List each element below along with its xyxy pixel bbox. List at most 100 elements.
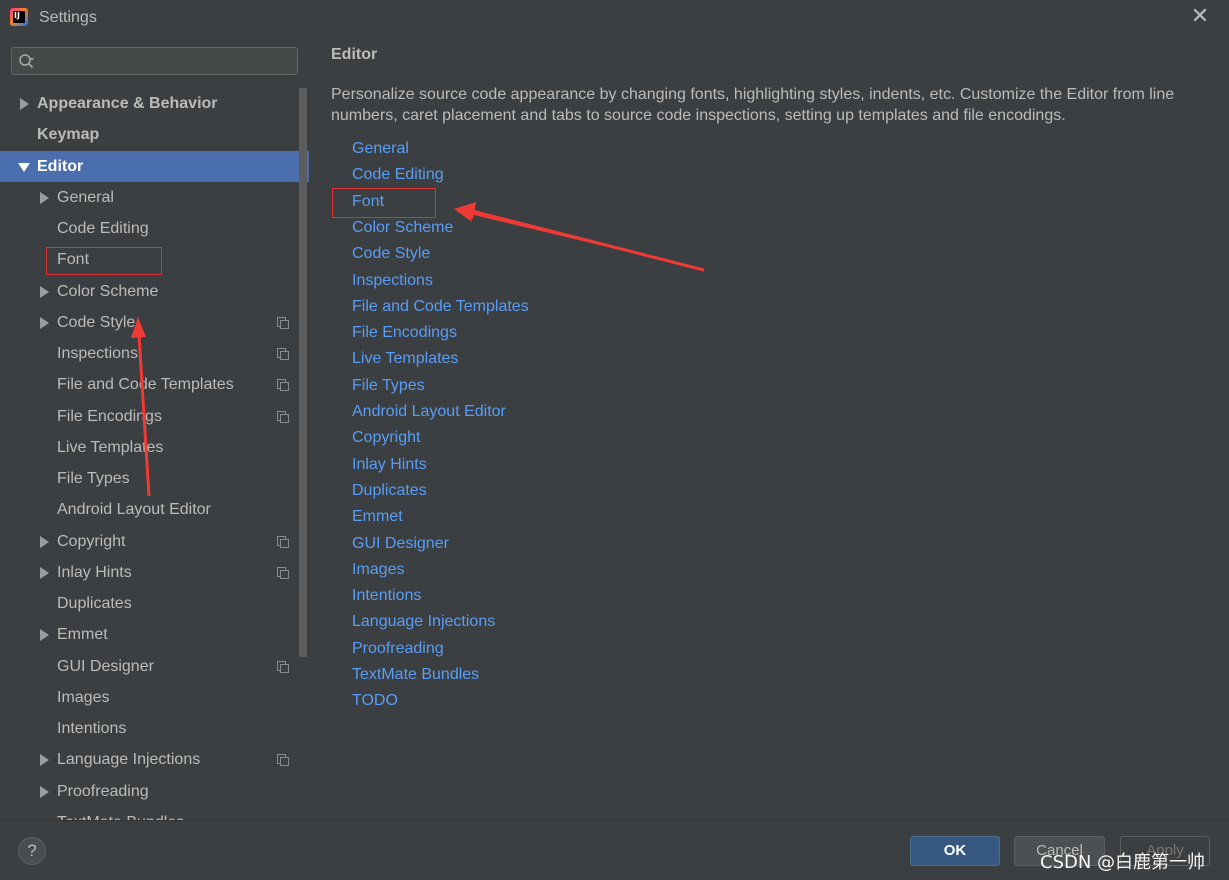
highlight-box-sidebar-font: [46, 247, 162, 275]
project-scope-icon: [277, 754, 289, 766]
sidebar-item-label: Images: [57, 689, 110, 706]
link-color-scheme[interactable]: Color Scheme: [352, 219, 453, 237]
sidebar-item-file-types[interactable]: File Types: [0, 463, 309, 494]
project-scope-icon: [277, 661, 289, 673]
sidebar-item-live-templates[interactable]: Live Templates: [0, 432, 309, 463]
intellij-logo-icon: IJ: [10, 8, 28, 26]
link-file-types[interactable]: File Types: [352, 377, 425, 395]
link-todo[interactable]: TODO: [352, 692, 398, 710]
sidebar-item-label: Code Editing: [57, 220, 149, 237]
chevron-right-icon[interactable]: [38, 307, 50, 338]
sidebar-item-appearance-behavior[interactable]: Appearance & Behavior: [0, 88, 309, 119]
sidebar-item-label: Keymap: [37, 126, 100, 143]
chevron-right-icon[interactable]: [38, 182, 50, 213]
link-duplicates[interactable]: Duplicates: [352, 482, 427, 500]
sidebar-item-label: Editor: [37, 158, 84, 175]
project-scope-icon: [277, 411, 289, 423]
link-gui-designer[interactable]: GUI Designer: [352, 535, 449, 553]
link-inspections[interactable]: Inspections: [352, 272, 433, 290]
sidebar-item-color-scheme[interactable]: Color Scheme: [0, 276, 309, 307]
sidebar-item-proofreading[interactable]: Proofreading: [0, 776, 309, 807]
link-copyright[interactable]: Copyright: [352, 429, 420, 447]
editor-panel: Editor Personalize source code appearanc…: [310, 36, 1229, 820]
sidebar-item-label: File Encodings: [57, 408, 162, 425]
link-code-style[interactable]: Code Style: [352, 245, 430, 263]
sidebar-item-label: Intentions: [57, 720, 127, 737]
page-description: Personalize source code appearance by ch…: [331, 86, 1175, 124]
link-live-templates[interactable]: Live Templates: [352, 350, 458, 368]
project-scope-icon: [277, 317, 289, 329]
link-android-layout-editor[interactable]: Android Layout Editor: [352, 403, 506, 421]
search-field[interactable]: [11, 47, 298, 75]
search-input[interactable]: [42, 51, 291, 73]
sidebar-item-code-style[interactable]: Code Style: [0, 307, 309, 338]
search-icon: [19, 54, 34, 69]
project-scope-icon: [277, 536, 289, 548]
chevron-right-icon[interactable]: [18, 88, 30, 119]
link-language-injections[interactable]: Language Injections: [352, 613, 495, 631]
link-proofreading[interactable]: Proofreading: [352, 640, 444, 658]
page-title: Editor: [331, 46, 378, 63]
window-title: Settings: [39, 9, 97, 26]
link-inlay-hints[interactable]: Inlay Hints: [352, 456, 427, 474]
sidebar-item-label: Proofreading: [57, 783, 149, 800]
sidebar-item-label: File and Code Templates: [57, 376, 234, 393]
chevron-right-icon[interactable]: [38, 557, 50, 588]
sidebar-item-emmet[interactable]: Emmet: [0, 619, 309, 650]
sidebar-item-inspections[interactable]: Inspections: [0, 338, 309, 369]
link-code-editing[interactable]: Code Editing: [352, 166, 444, 184]
sidebar-item-keymap[interactable]: Keymap: [0, 119, 309, 150]
sidebar-item-gui-designer[interactable]: GUI Designer: [0, 651, 309, 682]
sidebar-item-file-and-code-templates[interactable]: File and Code Templates: [0, 369, 309, 400]
link-textmate-bundles[interactable]: TextMate Bundles: [352, 666, 479, 684]
sidebar-item-general[interactable]: General: [0, 182, 309, 213]
link-images[interactable]: Images: [352, 561, 404, 579]
link-general[interactable]: General: [352, 140, 409, 158]
sidebar-item-label: Appearance & Behavior: [37, 95, 218, 112]
chevron-right-icon[interactable]: [38, 744, 50, 775]
sidebar-item-label: Inspections: [57, 345, 138, 362]
sidebar-item-textmate-bundles[interactable]: TextMate Bundles: [0, 807, 309, 820]
chevron-right-icon[interactable]: [38, 526, 50, 557]
sidebar-item-label: Emmet: [57, 626, 108, 643]
sidebar-item-android-layout-editor[interactable]: Android Layout Editor: [0, 494, 309, 525]
ok-button[interactable]: OK: [910, 836, 1000, 866]
close-icon[interactable]: ✕: [1190, 6, 1210, 28]
sidebar-item-language-injections[interactable]: Language Injections: [0, 744, 309, 775]
chevron-down-icon[interactable]: [18, 151, 30, 182]
sidebar-item-label: Live Templates: [57, 439, 164, 456]
project-scope-icon: [277, 348, 289, 360]
sidebar-item-inlay-hints[interactable]: Inlay Hints: [0, 557, 309, 588]
watermark: CSDN @白鹿第一帅: [1040, 852, 1206, 873]
sidebar-item-label: Android Layout Editor: [57, 501, 211, 518]
sidebar-item-copyright[interactable]: Copyright: [0, 526, 309, 557]
sidebar-item-label: File Types: [57, 470, 130, 487]
sidebar-item-label: Language Injections: [57, 751, 201, 768]
chevron-right-icon[interactable]: [38, 776, 50, 807]
link-file-and-code-templates[interactable]: File and Code Templates: [352, 298, 529, 316]
chevron-right-icon[interactable]: [38, 619, 50, 650]
link-file-encodings[interactable]: File Encodings: [352, 324, 457, 342]
sidebar-item-label: Duplicates: [57, 595, 132, 612]
project-scope-icon: [277, 379, 289, 391]
chevron-right-icon[interactable]: [38, 276, 50, 307]
sidebar-item-intentions[interactable]: Intentions: [0, 713, 309, 744]
sidebar-item-label: Color Scheme: [57, 283, 159, 300]
sidebar-item-images[interactable]: Images: [0, 682, 309, 713]
dialog-footer: ? OK Cancel Apply CSDN @白鹿第一帅: [0, 820, 1229, 880]
sidebar-item-code-editing[interactable]: Code Editing: [0, 213, 309, 244]
sidebar-item-label: Inlay Hints: [57, 564, 132, 581]
highlight-box-link-font: [332, 188, 436, 218]
sidebar-item-duplicates[interactable]: Duplicates: [0, 588, 309, 619]
project-scope-icon: [277, 567, 289, 579]
sidebar-item-file-encodings[interactable]: File Encodings: [0, 401, 309, 432]
sidebar-item-label: TextMate Bundles: [57, 807, 184, 820]
help-button[interactable]: ?: [18, 837, 46, 865]
title-bar: IJ Settings ✕: [0, 0, 1229, 36]
link-emmet[interactable]: Emmet: [352, 508, 403, 526]
sidebar-scrollbar[interactable]: [299, 88, 307, 657]
link-intentions[interactable]: Intentions: [352, 587, 421, 605]
sidebar-item-label: GUI Designer: [57, 658, 154, 675]
sidebar-item-editor[interactable]: Editor: [0, 151, 309, 182]
sidebar-item-label: General: [57, 189, 114, 206]
